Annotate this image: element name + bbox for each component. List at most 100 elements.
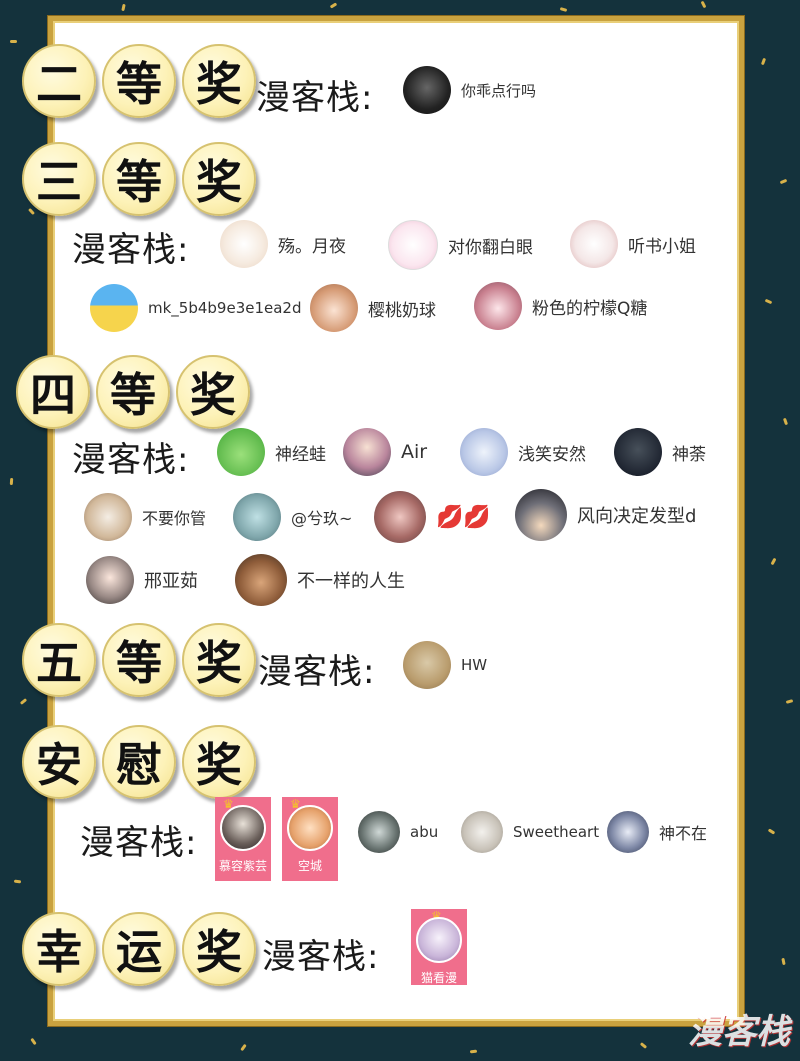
shop-label: 漫客栈: (258, 652, 376, 692)
prize-heading-consolation: 安 慰 奖 (22, 725, 256, 799)
winner-name: 神荼 (672, 444, 706, 465)
winner-item[interactable]: 神荼 (614, 428, 706, 476)
winner-item[interactable]: HW (403, 641, 487, 689)
prize-char: 三 (22, 142, 96, 216)
winner-name: 慕容紫芸 (218, 859, 267, 873)
winner-item[interactable]: Sweetheart (461, 811, 599, 853)
prize-char: 二 (22, 44, 96, 118)
shop-label: 漫客栈: (80, 823, 198, 863)
winner-name: @兮玖~ (291, 509, 353, 528)
winner-name: abu (410, 823, 439, 841)
winner-item[interactable]: 风向决定发型d (515, 489, 696, 541)
prize-char: 奖 (182, 725, 256, 799)
user-avatar (374, 491, 426, 543)
winner-item[interactable]: Air (343, 428, 427, 476)
winner-name: 听书小姐 (628, 236, 696, 257)
prize-char: 幸 (22, 912, 96, 986)
winner-name: 你乖点行吗 (461, 81, 537, 100)
winner-item[interactable]: 粉色的柠檬Q糖 (474, 282, 647, 330)
user-avatar (90, 284, 138, 332)
user-avatar (358, 811, 400, 853)
winner-card[interactable]: ♛ 猫看漫 (411, 909, 467, 985)
winner-item[interactable]: 不要你管 (84, 493, 206, 541)
winner-item[interactable]: 浅笑安然 (460, 428, 586, 476)
winner-item[interactable]: mk_5b4b9e3e1ea2d (90, 284, 302, 332)
winner-name: 不要你管 (142, 509, 207, 528)
winner-name: Sweetheart (513, 823, 600, 841)
prize-char: 奖 (182, 142, 256, 216)
user-avatar (220, 805, 266, 851)
winner-item[interactable]: 神不在 (607, 811, 707, 853)
user-avatar (235, 554, 287, 606)
prize-heading-lucky: 幸 运 奖 (22, 912, 256, 986)
winner-name: 神不在 (659, 824, 708, 843)
user-avatar (310, 284, 358, 332)
gold-fleck (10, 40, 17, 43)
prize-char: 安 (22, 725, 96, 799)
prize-char: 四 (16, 355, 90, 429)
winner-item[interactable]: 听书小姐 (570, 220, 696, 268)
user-avatar (233, 493, 281, 541)
user-avatar (403, 641, 451, 689)
winner-item[interactable]: 你乖点行吗 (403, 66, 536, 114)
winner-item[interactable]: 邢亚茹 (86, 556, 198, 604)
user-avatar (287, 805, 333, 851)
prize-char: 等 (102, 44, 176, 118)
winner-name: 不一样的人生 (297, 571, 405, 592)
winner-item[interactable]: 💋💋 (374, 491, 491, 543)
winner-item[interactable]: 樱桃奶球 (310, 284, 436, 332)
winner-name: 粉色的柠檬Q糖 (532, 298, 648, 319)
shop-label: 漫客栈: (256, 78, 374, 118)
shop-label: 漫客栈: (262, 937, 380, 977)
user-avatar (388, 220, 438, 270)
prize-heading-fifth: 五 等 奖 (22, 623, 256, 697)
winner-name: 空城 (297, 859, 322, 873)
user-avatar (84, 493, 132, 541)
winner-card[interactable]: ♛ 空城 (282, 797, 338, 881)
prize-char: 等 (102, 623, 176, 697)
prize-char: 奖 (182, 912, 256, 986)
winner-name: 殇。月夜 (278, 236, 346, 257)
shop-label: 漫客栈: (72, 440, 190, 480)
winner-name: Air (401, 441, 428, 463)
user-avatar (461, 811, 503, 853)
winner-name: 浅笑安然 (518, 444, 586, 465)
prize-char: 奖 (182, 44, 256, 118)
prize-char: 等 (102, 142, 176, 216)
user-avatar (607, 811, 649, 853)
user-avatar (86, 556, 134, 604)
winner-name: 💋💋 (436, 504, 491, 530)
prize-char: 奖 (182, 623, 256, 697)
winner-name: HW (461, 656, 488, 674)
user-avatar (220, 220, 268, 268)
winner-name: mk_5b4b9e3e1ea2d (148, 299, 302, 317)
winner-card[interactable]: ♛ 慕容紫芸 (215, 797, 271, 881)
user-avatar (217, 428, 265, 476)
winner-item[interactable]: 不一样的人生 (235, 554, 405, 606)
winner-item[interactable]: 神经蛙 (217, 428, 326, 476)
user-avatar (515, 489, 567, 541)
winner-item[interactable]: 对你翻白眼 (388, 220, 533, 270)
watermark-logo: 漫客栈 (688, 1012, 790, 1052)
winner-item[interactable]: abu (358, 811, 438, 853)
shop-label: 漫客栈: (72, 230, 190, 270)
winner-name: 邢亚茹 (144, 571, 198, 592)
user-avatar (474, 282, 522, 330)
prize-char: 五 (22, 623, 96, 697)
winner-item[interactable]: @兮玖~ (233, 493, 352, 541)
user-avatar (343, 428, 391, 476)
winner-name: 神经蛙 (275, 444, 326, 465)
winner-name: 对你翻白眼 (448, 237, 533, 258)
winner-name: 樱桃奶球 (368, 300, 436, 321)
user-avatar (460, 428, 508, 476)
prize-char: 运 (102, 912, 176, 986)
winner-name: 风向决定发型d (577, 506, 697, 527)
user-avatar (614, 428, 662, 476)
winner-item[interactable]: 殇。月夜 (220, 220, 346, 268)
user-avatar (416, 917, 462, 963)
gold-fleck (9, 477, 14, 486)
winner-name: 猫看漫 (420, 971, 457, 985)
user-avatar (403, 66, 451, 114)
user-avatar (570, 220, 618, 268)
prize-heading-fourth: 四 等 奖 (16, 355, 250, 429)
